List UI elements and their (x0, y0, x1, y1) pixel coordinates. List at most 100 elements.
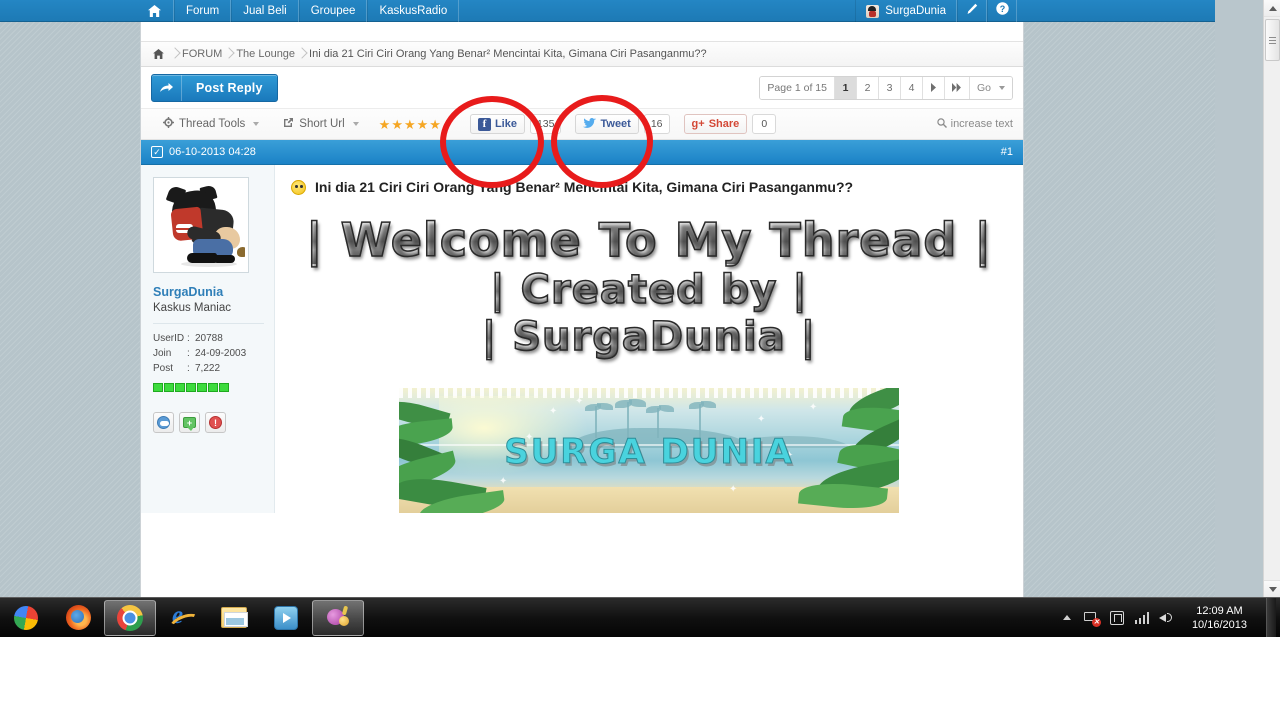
post-body: SurgaDunia Kaskus Maniac UserID : 20788 … (141, 165, 1023, 513)
action-center-icon[interactable] (1109, 610, 1125, 626)
nav-item-kaskusradio[interactable]: KaskusRadio (367, 0, 460, 22)
taskbar-clock[interactable]: 12:09 AM 10/16/2013 (1184, 604, 1257, 632)
taskbar-firefox[interactable] (52, 599, 104, 637)
flag-icon (1109, 610, 1124, 625)
signal-strength-icon[interactable] (1134, 610, 1150, 626)
short-url-label: Short Url (299, 118, 345, 130)
author-action-buttons: + ! (153, 412, 264, 433)
triangle-down-icon (1268, 586, 1277, 592)
nav-label: KaskusRadio (379, 5, 448, 17)
star-icon: ★ (378, 116, 391, 132)
browser-scrollbar[interactable] (1263, 0, 1280, 597)
windows-media-player-icon (274, 605, 298, 630)
thread-title-row: Ini dia 21 Ciri Ciri Orang Yang Benar² M… (291, 179, 1007, 195)
profile-icon (157, 416, 170, 429)
give-reputation-button[interactable]: + (179, 412, 200, 433)
google-share-button[interactable]: g+ Share (683, 114, 748, 134)
member-avatar[interactable] (153, 177, 249, 273)
text-art-line-2: | Created by | (291, 269, 1007, 311)
volume-icon[interactable] (1158, 610, 1175, 626)
view-profile-button[interactable] (153, 412, 174, 433)
thread-tools-label: Thread Tools (179, 118, 246, 130)
show-desktop-button[interactable] (1266, 597, 1276, 638)
taskbar-google-orb[interactable] (0, 599, 52, 637)
star-icon: ★ (391, 116, 403, 132)
taskbar-internet-explorer[interactable] (156, 599, 208, 637)
network-status-icon[interactable]: ✕ (1083, 610, 1101, 627)
breadcrumb-item-forum[interactable]: FORUM (182, 48, 222, 60)
scroll-down-button[interactable] (1264, 580, 1280, 597)
star-icon: ★ (429, 116, 441, 132)
twitter-bird-icon (583, 117, 597, 131)
beach-banner-image: ✦ ✦ ✦ ✦ ✦ ✦ ✦ ✦ SURGA DUNIA (399, 387, 899, 513)
scrollbar-thumb[interactable] (1265, 19, 1280, 61)
firefox-icon (65, 605, 91, 630)
facebook-like-count: 135 (529, 114, 562, 134)
author-stat-userid: UserID : 20788 (153, 331, 264, 346)
breadcrumb-home-icon[interactable] (149, 49, 168, 59)
twitter-tweet-count: 16 (643, 114, 670, 134)
taskbar-media-player[interactable] (260, 599, 312, 637)
pagination-last-button[interactable] (944, 76, 970, 99)
pagination-next-button[interactable] (922, 76, 945, 99)
post-header: ✓ 06-10-2013 04:28 #1 (141, 140, 1023, 165)
speaker-icon (1158, 611, 1175, 624)
screen: Forum Jual Beli Groupee KaskusRadio Surg… (0, 0, 1280, 720)
nav-label: Jual Beli (243, 5, 287, 17)
stat-separator: : (187, 333, 190, 344)
increase-text-button[interactable]: increase text (936, 117, 1013, 131)
scroll-up-button[interactable] (1264, 0, 1280, 17)
thread-rating[interactable]: ★ ★ ★ ★ ★ (371, 118, 456, 131)
pagination-page-4[interactable]: 4 (900, 76, 923, 99)
nav-item-groupee[interactable]: Groupee (298, 0, 368, 22)
star-icon: ★ (403, 116, 416, 132)
system-tray: ✕ 12:09 AM 10/16/2013 (1059, 597, 1280, 638)
post-author-username[interactable]: SurgaDunia (153, 285, 264, 299)
taskbar-purple-app[interactable] (312, 599, 364, 636)
pagination-page-3[interactable]: 3 (878, 76, 901, 99)
show-hidden-icons-button[interactable] (1059, 610, 1075, 626)
nav-item-forum[interactable]: Forum (174, 0, 232, 22)
nav-user-menu[interactable]: SurgaDunia (855, 0, 957, 22)
checked-box-icon: ✓ (151, 146, 163, 158)
double-chevron-right-icon (951, 83, 961, 92)
taskbar-file-explorer[interactable] (208, 599, 260, 637)
file-explorer-icon (221, 607, 248, 628)
facebook-icon: f (477, 117, 491, 131)
smiley-emoticon (291, 179, 306, 195)
pagination-page-2[interactable]: 2 (856, 76, 879, 99)
taskbar-chrome[interactable] (104, 599, 156, 636)
twitter-tweet-label: Tweet (600, 118, 631, 130)
report-post-button[interactable]: ! (205, 412, 226, 433)
text-art-line-3: | SurgaDunia | (291, 316, 1007, 358)
gear-icon (163, 117, 174, 131)
short-url-menu[interactable]: Short Url (271, 117, 370, 131)
post-reply-button[interactable]: Post Reply (151, 73, 278, 102)
facebook-like-button[interactable]: f Like (469, 114, 525, 134)
pagination-page-label: Page 1 of 15 (760, 76, 835, 99)
pagination-go-dropdown[interactable]: Go (969, 76, 1012, 99)
stat-separator: : (187, 363, 190, 374)
banner-title: SURGA DUNIA (504, 431, 794, 472)
nav-home-button[interactable] (136, 0, 174, 22)
stat-key: Join (153, 348, 172, 359)
clock-time: 12:09 AM (1196, 604, 1243, 617)
green-plus-bubble-icon: + (183, 417, 196, 431)
nav-username: SurgaDunia (885, 5, 946, 17)
post-number[interactable]: #1 (1001, 146, 1013, 158)
triangle-up-icon (1062, 615, 1071, 620)
twitter-tweet-button[interactable]: Tweet (575, 114, 639, 134)
triangle-up-icon (1268, 5, 1277, 11)
nav-compose-button[interactable] (957, 0, 987, 22)
post-author-title: Kaskus Maniac (153, 302, 231, 314)
nav-label: Forum (186, 5, 220, 17)
nav-help-button[interactable]: ? (987, 0, 1017, 22)
nav-item-jual-beli[interactable]: Jual Beli (231, 0, 299, 22)
pagination-page-1[interactable]: 1 (834, 76, 857, 99)
question-mark-icon: ? (995, 2, 1009, 20)
thread-tools-menu[interactable]: Thread Tools (151, 117, 271, 131)
svg-text:?: ? (999, 4, 1005, 14)
breadcrumb-item-the-lounge[interactable]: The Lounge (236, 48, 295, 60)
stat-value: 20788 (195, 333, 223, 344)
pagination-go-label: Go (976, 81, 991, 94)
